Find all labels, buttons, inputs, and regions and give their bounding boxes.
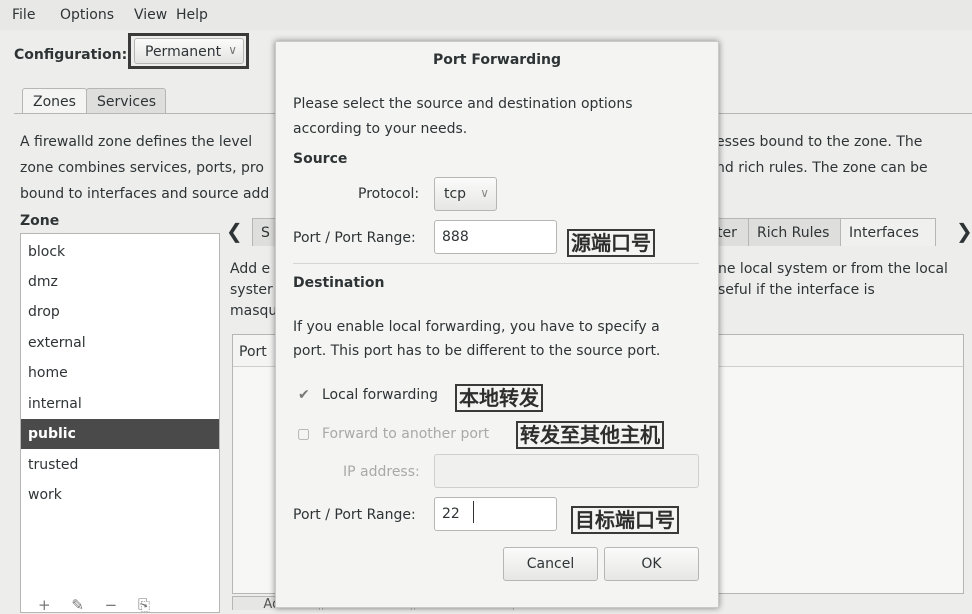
zone-item-internal[interactable]: internal: [21, 389, 219, 419]
dialog-separator: [293, 263, 699, 264]
zone-item-work[interactable]: work: [21, 480, 219, 510]
zone-item-label: trusted: [28, 457, 79, 473]
tab-services[interactable]: Services: [86, 88, 166, 114]
zone-item-label: drop: [28, 304, 60, 320]
zone-item-label: work: [28, 487, 62, 503]
right-arrow-icon[interactable]: ❯: [956, 219, 972, 243]
zone-description-right: esses bound to the zone. The nd rich rul…: [716, 129, 928, 181]
forward-other-port-label[interactable]: Forward to another port: [322, 426, 489, 442]
zone-item-label: block: [28, 244, 66, 260]
chevron-down-icon: ∨: [480, 186, 489, 200]
tab-interfaces[interactable]: Interfaces: [840, 218, 936, 246]
dest-port-value: 22: [442, 506, 460, 522]
zone-description-line: bound to interfaces and source add: [20, 186, 270, 202]
dest-port-label: Port / Port Range:: [293, 507, 416, 523]
source-port-label: Port / Port Range:: [293, 230, 416, 246]
ports-description-right: ne local system or from the local seful …: [718, 259, 948, 301]
zone-description-line: nd rich rules. The zone can be: [716, 160, 928, 176]
zone-item-dmz[interactable]: dmz: [21, 267, 219, 297]
configuration-select[interactable]: Permanent ∨: [134, 38, 244, 64]
source-port-input[interactable]: 888: [434, 220, 557, 254]
ip-address-label: IP address:: [343, 464, 420, 480]
protocol-label: Protocol:: [358, 186, 420, 202]
left-arrow-icon[interactable]: ❮: [226, 219, 243, 243]
zone-item-block[interactable]: block: [21, 237, 219, 267]
port-column-header: Port: [239, 344, 267, 360]
zone-description-line: esses bound to the zone. The: [716, 134, 923, 150]
zone-item-drop[interactable]: drop: [21, 297, 219, 327]
zone-item-label: dmz: [28, 274, 58, 290]
ports-description-line: Add e: [230, 261, 271, 277]
menu-file[interactable]: File: [12, 7, 35, 23]
annotation-local-forwarding: 本地转发: [455, 384, 543, 412]
tab-zones-label: Zones: [33, 94, 76, 110]
text-caret: [473, 501, 474, 523]
tab-label: Interfaces: [849, 225, 919, 241]
checkbox-icon[interactable]: ▢: [297, 426, 310, 442]
dialog-intro: Please select the source and destination…: [293, 96, 633, 112]
configuration-label: Configuration:: [14, 47, 128, 63]
ports-description: Add e syster masqu: [230, 259, 277, 322]
zone-item-label: home: [28, 365, 68, 381]
menubar: File Options View Help: [0, 0, 972, 30]
destination-heading: Destination: [293, 275, 385, 291]
tab-label: ter: [717, 225, 737, 241]
tab-zones[interactable]: Zones: [22, 88, 87, 114]
configuration-value: Permanent: [145, 44, 222, 60]
protocol-select[interactable]: tcp ∨: [434, 177, 497, 211]
annotation-dest-port: 目标端口号: [571, 506, 679, 534]
zone-list: block dmz drop external home internal pu…: [20, 233, 220, 613]
destination-note: port. This port has to be different to t…: [293, 343, 661, 359]
zone-description-line: A firewalld zone defines the level: [20, 134, 253, 150]
zone-item-label: public: [28, 426, 76, 442]
zone-description: A firewalld zone defines the level zone …: [20, 129, 274, 207]
dialog-title: Port Forwarding: [433, 52, 561, 68]
menu-options[interactable]: Options: [60, 7, 114, 23]
ports-description-line: syster: [230, 282, 273, 298]
check-icon[interactable]: ✔: [298, 387, 310, 403]
zone-item-home[interactable]: home: [21, 358, 219, 388]
zone-item-label: external: [28, 335, 86, 351]
zone-item-public[interactable]: public: [21, 419, 219, 449]
zone-description-line: zone combines services, ports, pro: [20, 160, 264, 176]
annotation-source-port: 源端口号: [567, 229, 655, 257]
menu-help[interactable]: Help: [176, 7, 208, 23]
tab-services-label: Services: [97, 94, 157, 110]
ok-button[interactable]: OK: [604, 547, 699, 581]
zone-item-label: internal: [28, 396, 82, 412]
ok-button-label: OK: [641, 556, 662, 572]
protocol-value: tcp: [444, 186, 467, 202]
chevron-down-icon: ∨: [228, 43, 237, 57]
dialog-intro: according to your needs.: [293, 121, 468, 137]
zone-item-external[interactable]: external: [21, 328, 219, 358]
cancel-button-label: Cancel: [526, 556, 575, 572]
ports-description-line: seful if the interface is: [718, 282, 875, 298]
source-port-value: 888: [442, 229, 469, 245]
annotation-forward-other: 转发至其他主机: [516, 421, 664, 449]
tab-label: Rich Rules: [757, 225, 830, 241]
ports-description-line: ne local system or from the local: [718, 261, 948, 277]
zone-item-trusted[interactable]: trusted: [21, 450, 219, 480]
tab-label: S: [261, 225, 270, 241]
zone-list-label: Zone: [20, 213, 60, 229]
cancel-button[interactable]: Cancel: [503, 547, 598, 581]
ip-address-input[interactable]: [434, 454, 699, 488]
ports-description-line: masqu: [230, 303, 278, 319]
local-forwarding-label[interactable]: Local forwarding: [322, 387, 438, 403]
zone-toolbar[interactable]: + ✎ − ⎘: [38, 596, 158, 614]
menu-view[interactable]: View: [134, 7, 167, 23]
source-heading: Source: [293, 151, 348, 167]
dest-port-input[interactable]: 22: [434, 497, 557, 531]
tab-rich-rules[interactable]: Rich Rules: [748, 218, 841, 246]
destination-note: If you enable local forwarding, you have…: [293, 319, 660, 335]
